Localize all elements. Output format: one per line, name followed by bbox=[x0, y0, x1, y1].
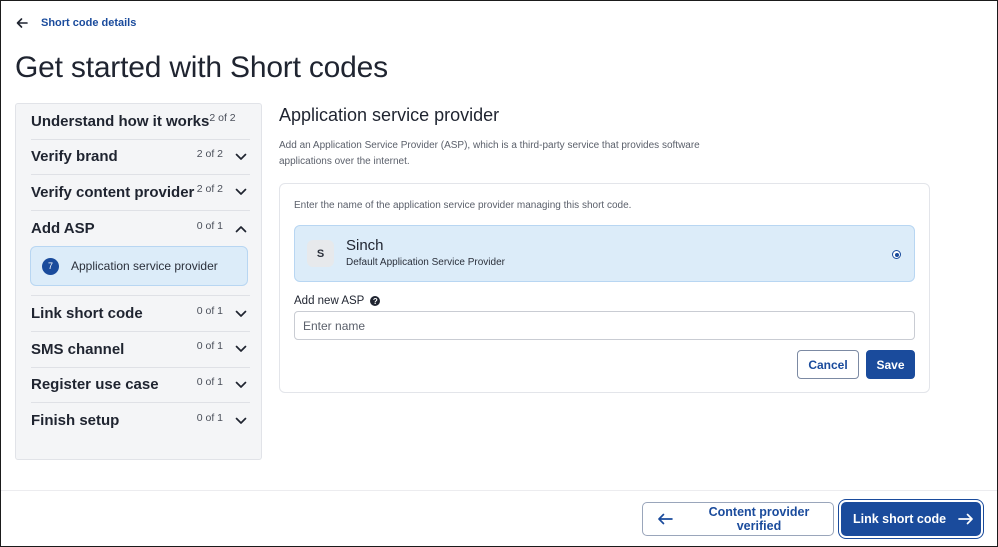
footer-divider bbox=[1, 490, 997, 491]
arrow-left-icon[interactable] bbox=[15, 16, 29, 30]
step-title: Link short code bbox=[31, 305, 143, 323]
step-count: 2 of 2 bbox=[196, 147, 223, 160]
section-description: Add an Application Service Provider (ASP… bbox=[279, 140, 700, 167]
step-title: Verify brand bbox=[31, 148, 118, 166]
avatar: S bbox=[307, 240, 334, 267]
chevron-down-icon bbox=[235, 417, 247, 424]
arrow-right-icon bbox=[958, 513, 973, 525]
step-title: Verify content provider bbox=[31, 183, 195, 201]
step-count: 0 of 1 bbox=[196, 375, 223, 388]
asp-radio[interactable] bbox=[892, 250, 901, 259]
help-icon[interactable]: ? bbox=[370, 296, 381, 306]
save-button[interactable]: Save bbox=[866, 350, 915, 379]
arrow-left-icon bbox=[658, 513, 673, 525]
asp-name-input[interactable] bbox=[294, 311, 915, 340]
section-title: Application service provider bbox=[279, 105, 500, 125]
step-title: Finish setup bbox=[31, 412, 120, 430]
step-count: 2 of 2 bbox=[196, 183, 223, 196]
step-register-use-case[interactable]: Register use case 0 of 1 bbox=[31, 368, 250, 404]
radio-selected-dot bbox=[894, 252, 899, 257]
asp-name: Sinch bbox=[346, 237, 384, 254]
chevron-down-icon bbox=[235, 153, 247, 160]
step-title: Register use case bbox=[31, 376, 159, 394]
step-verify-brand[interactable]: Verify brand 2 of 2 bbox=[31, 140, 250, 176]
chevron-down-icon bbox=[235, 310, 247, 317]
chevron-up-icon bbox=[235, 225, 247, 232]
substep-application-service-provider[interactable]: 7 Application service provider bbox=[30, 246, 248, 287]
step-verify-content-provider[interactable]: Verify content provider 2 of 2 bbox=[31, 175, 250, 211]
back-link[interactable]: Short code details bbox=[41, 17, 136, 29]
step-finish-setup[interactable]: Finish setup 0 of 1 bbox=[31, 403, 250, 439]
substep-number: 7 bbox=[42, 257, 59, 275]
chevron-down-icon bbox=[235, 381, 247, 388]
chevron-down-icon bbox=[235, 189, 247, 196]
step-link-short-code[interactable]: Link short code 0 of 1 bbox=[31, 296, 250, 332]
step-title: SMS channel bbox=[31, 340, 125, 358]
add-asp-label-text: Add new ASP bbox=[294, 295, 365, 307]
asp-subtitle: Default Application Service Provider bbox=[346, 257, 505, 268]
add-asp-label: Add new ASP ? bbox=[294, 295, 381, 307]
step-title: Add ASP bbox=[31, 220, 95, 238]
card-hint: Enter the name of the application servic… bbox=[294, 200, 632, 211]
asp-option-sinch[interactable]: S Sinch Default Application Service Prov… bbox=[294, 225, 915, 282]
step-add-asp[interactable]: Add ASP 0 of 1 bbox=[31, 211, 250, 247]
previous-step-label: Content provider verified bbox=[708, 505, 810, 533]
step-count: 0 of 1 bbox=[196, 340, 223, 353]
step-count: 0 of 1 bbox=[196, 411, 223, 424]
asp-card: Enter the name of the application servic… bbox=[279, 183, 930, 393]
step-count: 0 of 1 bbox=[196, 304, 223, 317]
next-step-label: Link short code bbox=[853, 512, 947, 526]
breadcrumb: Short code details bbox=[15, 14, 136, 32]
step-sms-channel[interactable]: SMS channel 0 of 1 bbox=[31, 332, 250, 368]
step-count: 0 of 1 bbox=[196, 219, 223, 232]
page-title: Get started with Short codes bbox=[15, 51, 388, 84]
step-count: 2 of 2 bbox=[209, 112, 236, 125]
step-title: Understand how it works bbox=[31, 112, 210, 130]
substep-label: Application service provider bbox=[71, 259, 218, 274]
steps-sidebar: Understand how it works 2 of 2 Verify br… bbox=[15, 103, 262, 460]
next-step-button[interactable]: Link short code bbox=[841, 502, 981, 536]
previous-step-button[interactable]: Content provider verified bbox=[642, 502, 834, 536]
cancel-button[interactable]: Cancel bbox=[797, 350, 859, 379]
step-understand-how-it-works[interactable]: Understand how it works 2 of 2 bbox=[31, 104, 250, 140]
step-group-add-asp: Add ASP 0 of 1 7 Application service pro… bbox=[30, 211, 250, 297]
chevron-down-icon bbox=[235, 345, 247, 353]
